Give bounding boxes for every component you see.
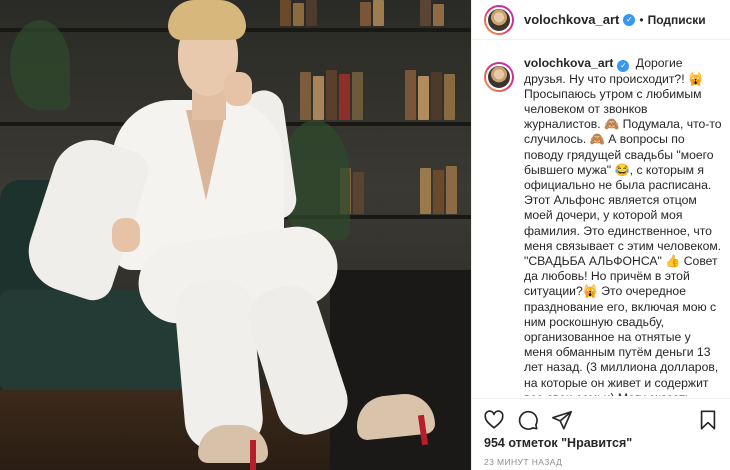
book [353,172,364,214]
book [446,166,457,214]
book [373,0,384,26]
book [405,70,416,120]
caption-text: Дорогие друзья. Ну что происходит?! 🙀 Пр… [524,56,722,396]
book [306,0,317,26]
figure-hand [224,72,252,106]
book [339,74,350,120]
shoe [198,425,268,463]
bookmark-icon[interactable] [696,408,720,432]
shoe-heel [250,440,256,470]
verified-badge-icon: ✓ [623,13,636,26]
following-button[interactable]: Подписки [648,13,706,27]
book [352,72,363,120]
author-avatar[interactable] [484,4,514,35]
book [420,168,431,214]
post-actions [482,408,720,432]
neckline [186,110,226,200]
side-table [330,270,471,470]
caption-username[interactable]: volochkova_art [524,56,613,70]
figure-hand [112,218,140,252]
book [300,72,311,120]
avatar-image [486,6,512,33]
avatar-image [486,64,512,90]
book [280,0,291,26]
book [420,0,431,26]
author-username[interactable]: volochkova_art [524,12,619,27]
plant [10,20,70,110]
caption-body: volochkova_art ✓ Дорогие друзья. Ну что п… [524,56,722,396]
book [431,72,442,120]
heart-icon[interactable] [482,408,506,432]
likes-count[interactable]: 954 отметок "Нравится" [484,436,632,450]
caption-comment: volochkova_art ✓ Дорогие друзья. Ну что п… [484,56,722,396]
post-side-panel: volochkova_art ✓ • Подписки volochkova_a… [471,0,730,470]
book [360,2,371,26]
figure-hair [168,0,246,40]
book [313,76,324,120]
book [418,76,429,120]
post-photo[interactable] [0,0,471,470]
separator-dot: • [639,12,644,27]
book [444,74,455,120]
caption-avatar[interactable] [484,62,514,92]
divider [472,398,730,399]
post-timestamp[interactable]: 23 МИНУТ НАЗАД [484,457,562,467]
book [433,4,444,26]
book [293,3,304,26]
book [433,170,444,214]
post-header: volochkova_art ✓ • Подписки [472,0,730,40]
share-icon[interactable] [550,408,574,432]
comment-icon[interactable] [516,408,540,432]
book [326,70,337,120]
verified-badge-icon: ✓ [617,59,630,72]
